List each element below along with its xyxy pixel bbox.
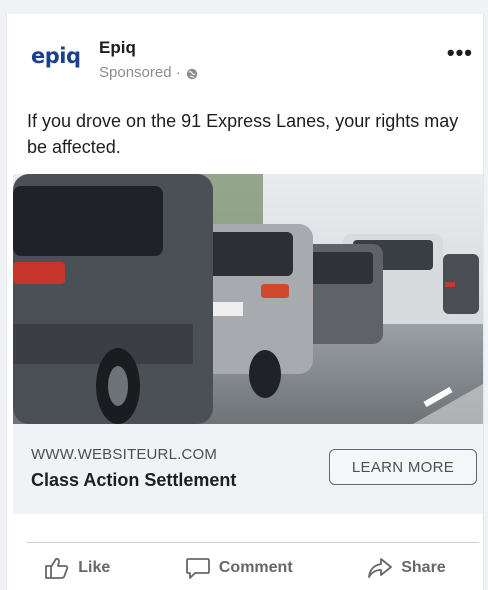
display-url[interactable]: WWW.WEBSITEURL.COM [31,446,217,463]
comment-icon [185,556,211,580]
share-label: Share [401,559,446,576]
sponsored-post-card: epiq Epiq Sponsored · ••• If you drove o… [6,14,484,590]
divider [27,542,479,543]
comment-label: Comment [218,559,293,576]
sponsored-label[interactable]: Sponsored · [99,64,181,81]
thumbs-up-icon [44,556,70,580]
comment-button[interactable]: Comment [185,556,293,580]
ad-image[interactable] [13,174,483,424]
ad-cta-bar[interactable]: WWW.WEBSITEURL.COM Class Action Settleme… [13,424,483,514]
sponsored-row: Sponsored · [99,64,198,81]
advertiser-logo-text: epiq [31,44,81,68]
post-actions: Like Comment Share [7,546,483,590]
more-options-icon[interactable]: ••• [447,40,473,66]
share-icon [367,556,393,580]
post-text: If you drove on the 91 Express Lanes, yo… [27,111,459,157]
advertiser-name[interactable]: Epiq [99,38,136,58]
learn-more-button[interactable]: LEARN MORE [329,449,477,485]
traffic-photo [13,174,483,424]
share-button[interactable]: Share [367,556,446,580]
ad-headline[interactable]: Class Action Settlement [31,470,236,491]
like-button[interactable]: Like [44,556,110,580]
like-label: Like [78,559,111,576]
post-header: epiq Epiq Sponsored · ••• [7,14,483,94]
advertiser-logo[interactable]: epiq [31,44,81,68]
globe-icon [186,67,198,79]
